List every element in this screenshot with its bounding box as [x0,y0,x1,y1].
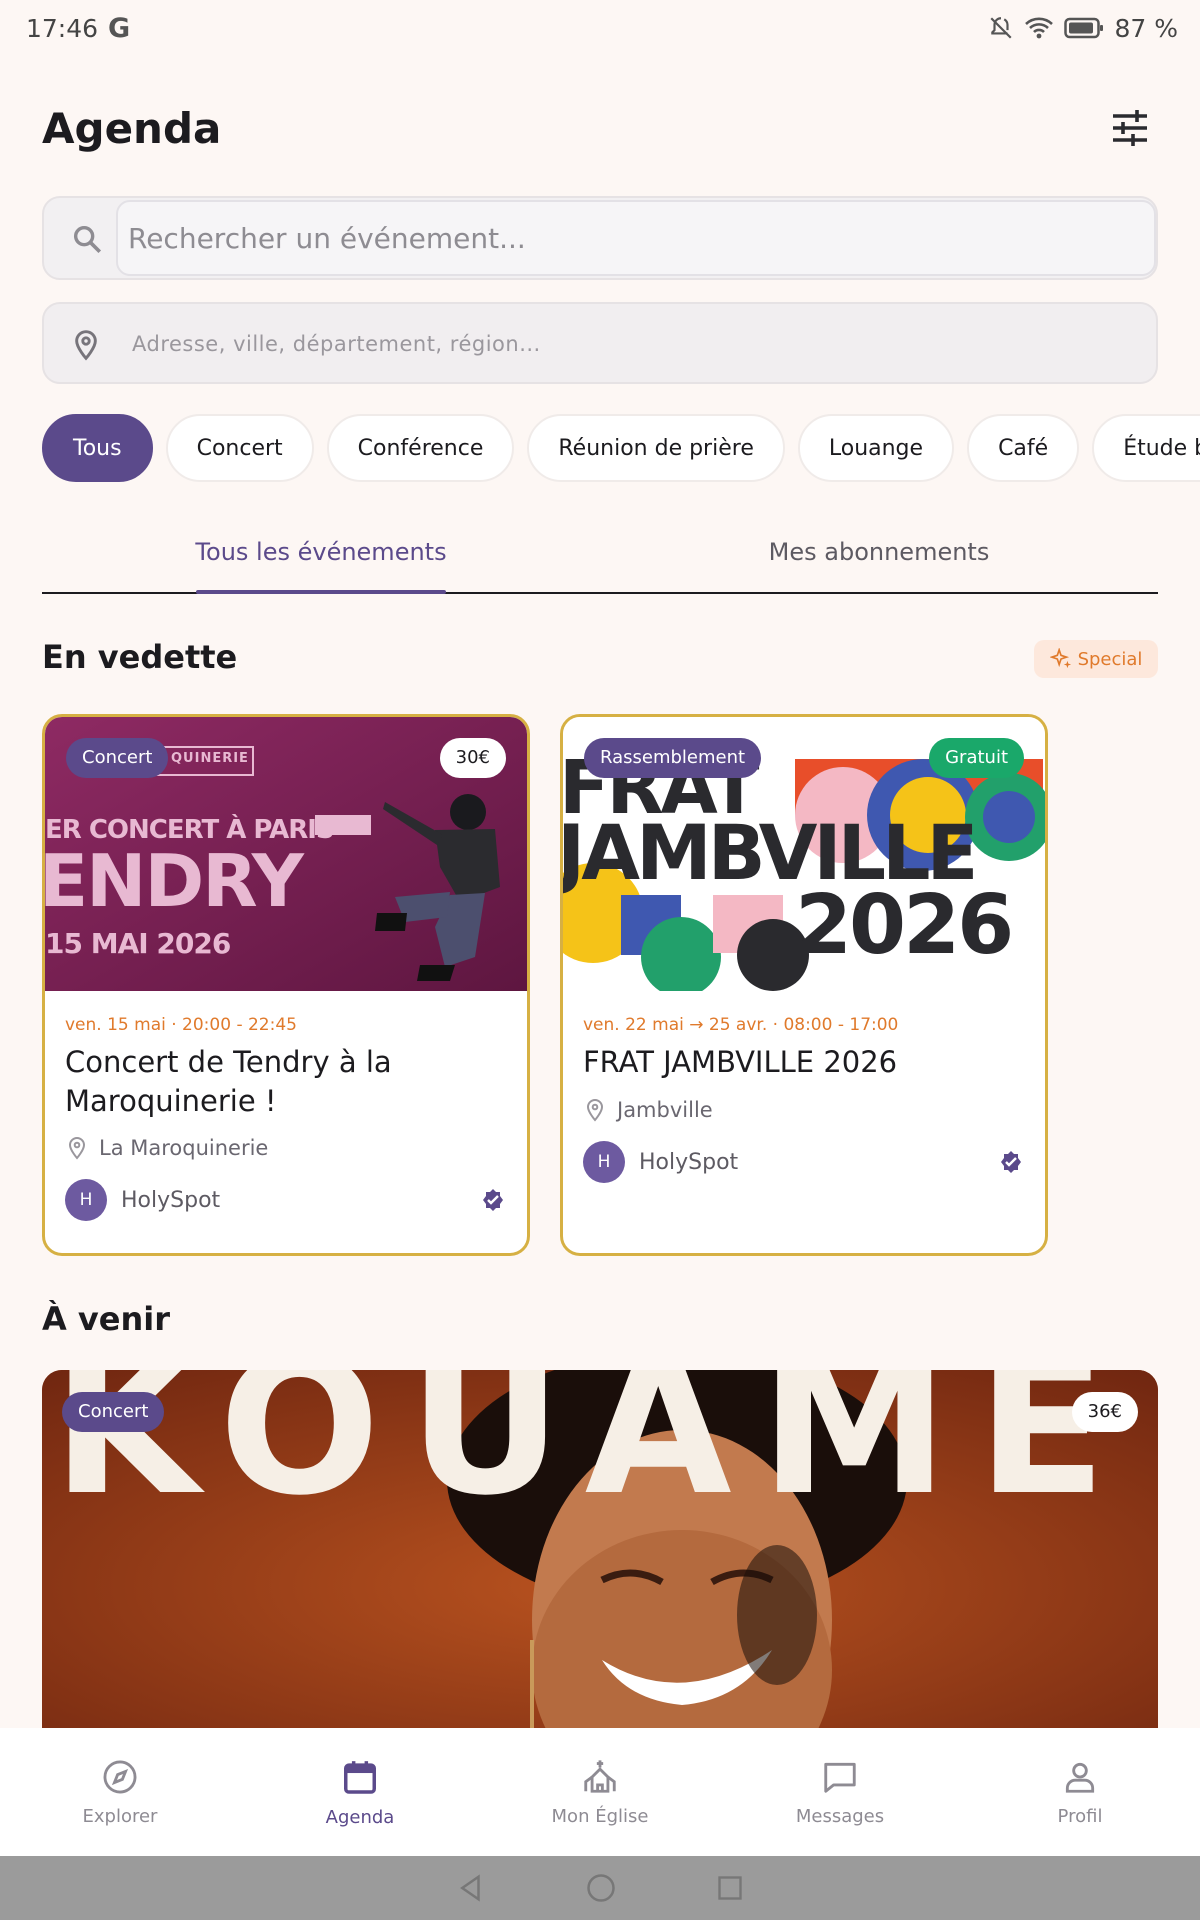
nav-profil[interactable]: Profil [960,1728,1200,1856]
organizer-name: HolySpot [639,1149,739,1175]
poster-brand-text: QUINERIE [171,751,249,766]
event-location: La Maroquinerie [65,1135,268,1161]
recents-icon[interactable] [716,1874,744,1902]
battery-icon [1064,17,1104,39]
event-location-label: Jambville [617,1098,713,1122]
upcoming-title: À venir [42,1300,170,1338]
bell-off-icon [990,17,1013,39]
compass-icon [103,1760,137,1793]
event-date: ven. 15 mai · 20:00 - 22:45 [65,1015,297,1035]
tab-subscriptions-label: Mes abonnements [768,538,990,566]
event-title: FRAT JAMBVILLE 2026 [583,1045,898,1079]
event-location-label: La Maroquinerie [99,1136,269,1160]
church-icon [584,1759,616,1793]
sparkle-icon [1049,648,1071,669]
price-tag: 36€ [1071,1392,1138,1432]
poster-line3: 2026 [795,878,1014,973]
system-navigation-bar [0,1856,1200,1920]
category-tag: Rassemblement [584,738,762,778]
poster-big-text: ENDRY [45,839,304,923]
tab-indicator [196,590,446,594]
wifi-icon [1025,17,1054,39]
status-right: 87 % [988,14,1178,43]
event-date: ven. 22 mai → 25 avr. · 08:00 - 17:00 [583,1015,899,1035]
home-icon[interactable] [586,1873,616,1903]
back-icon[interactable] [456,1873,486,1903]
google-icon: G [108,12,131,44]
upcoming-poster-text: KOUAMÉ [52,1370,1135,1537]
tab-subscriptions[interactable]: Mes abonnements [600,520,1158,592]
bottom-navigation: Explorer Agenda Mon Église Messages Prof… [0,1728,1200,1856]
organizer-info: H HolySpot [65,1179,220,1221]
event-tabs: Tous les événements Mes abonnements [42,520,1158,594]
nav-explorer-label: Explorer [82,1805,158,1827]
nav-agenda-label: Agenda [325,1806,395,1828]
event-title: Concert de Tendry à la Maroquinerie ! [65,1045,392,1118]
nav-agenda[interactable]: Agenda [240,1728,480,1856]
poster-date-text: 15 MAI 2026 [45,927,231,960]
verified-icon [483,1189,503,1211]
category-tag: Concert [66,738,169,778]
price-tag: Gratuit [929,738,1024,778]
nav-messages[interactable]: Messages [720,1728,960,1856]
nav-profil-label: Profil [1057,1805,1103,1827]
chip-concert[interactable]: Concert [165,414,314,482]
category-chips: Tous Concert Conférence Réunion de prière Lo… [42,414,1200,482]
nav-messages-label: Messages [795,1805,885,1827]
header: Agenda [42,96,1158,160]
tab-all-events-label: Tous les événements [195,538,447,566]
avatar: H [583,1141,625,1183]
tune-icon [1113,110,1147,146]
featured-title: En vedette [42,638,238,676]
chip-cafe[interactable]: Café [967,414,1080,482]
upcoming-event-card[interactable]: KOUAMÉ Concert 36€ [42,1370,1158,1730]
location-box [42,302,1158,384]
status-time: 17:46 [26,13,99,43]
page-title: Agenda [42,103,222,153]
search-box [42,196,1158,280]
chip-conference[interactable]: Conférence [326,414,515,482]
event-location: Jambville [583,1097,713,1123]
price-tag: 30€ [439,738,506,778]
status-bar: 17:46 G 87 % [0,0,1200,56]
message-icon [824,1762,856,1793]
location-input[interactable] [132,314,1132,374]
avatar: H [65,1179,107,1221]
location-pin-icon [75,330,97,361]
battery-level: 87 % [1114,13,1178,43]
featured-card-frat[interactable]: FRAT JAMBVILLE 2026 Rassemblement Gratui… [560,714,1048,1256]
nav-mon-eglise[interactable]: Mon Église [480,1728,720,1856]
tab-all-events[interactable]: Tous les événements [42,520,600,594]
person-icon [1065,1762,1095,1793]
location-pin-icon [68,1136,86,1160]
filter-button[interactable] [1102,100,1158,156]
status-left: 17:46 G [26,13,130,44]
calendar-icon [344,1760,376,1794]
organizer-info: H HolySpot [583,1141,738,1183]
event-organizer: H HolySpot [583,1141,1023,1183]
chip-reunion-priere[interactable]: Réunion de prière [527,414,785,482]
featured-card-tendry[interactable]: QUINERIE ER CONCERT À PARIS ENDRY 15 MAI… [42,714,530,1256]
chip-tous[interactable]: Tous [42,414,153,482]
chip-louange[interactable]: Louange [797,414,955,482]
nav-explorer[interactable]: Explorer [0,1728,240,1856]
search-input[interactable] [116,200,1156,276]
special-badge-label: Special [1077,648,1143,670]
verified-icon [1001,1151,1021,1173]
chip-etude-biblique[interactable]: Étude biblique [1092,414,1200,482]
organizer-name: HolySpot [121,1187,221,1213]
special-badge: Special [1034,640,1158,678]
search-icon [73,225,102,254]
category-tag: Concert [62,1392,165,1432]
nav-mon-eglise-label: Mon Église [551,1805,649,1827]
location-pin-icon [586,1098,604,1122]
event-organizer: H HolySpot [65,1179,505,1221]
